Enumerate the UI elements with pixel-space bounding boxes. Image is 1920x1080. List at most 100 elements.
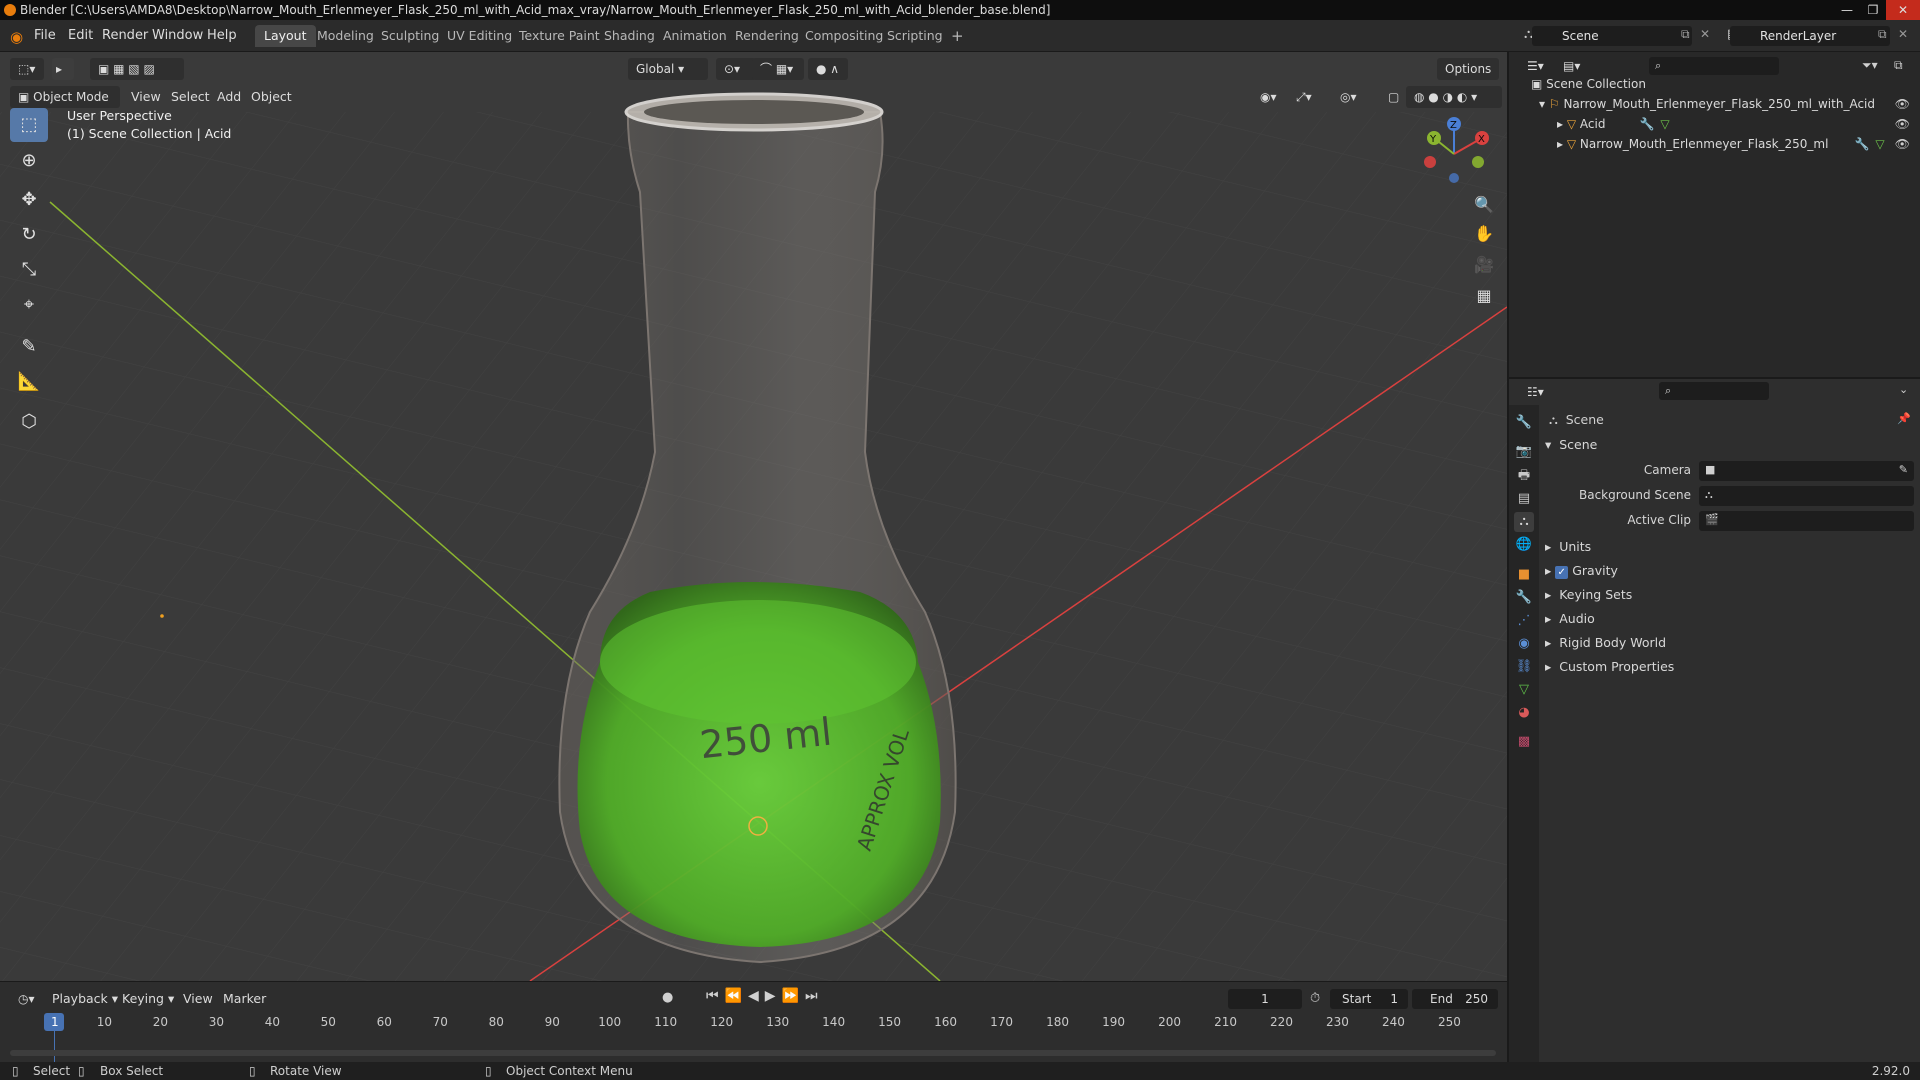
menu-render[interactable]: Render bbox=[102, 28, 148, 43]
xray-toggle-icon[interactable]: ▢ bbox=[1380, 86, 1402, 108]
menu-window[interactable]: Window bbox=[152, 28, 203, 43]
tab-particles-icon[interactable]: ⋰ bbox=[1514, 611, 1534, 631]
outliner-search-input[interactable]: ⌕ bbox=[1649, 57, 1779, 75]
active-clip-field[interactable]: 🎬 bbox=[1699, 511, 1914, 531]
workspace-tab-texture-paint[interactable]: Texture Paint bbox=[510, 25, 609, 47]
menu-file[interactable]: File bbox=[34, 28, 56, 43]
tab-material-icon[interactable]: ◕ bbox=[1514, 703, 1534, 723]
collection-visibility-icon[interactable]: 👁 bbox=[1895, 97, 1910, 111]
properties-search-input[interactable]: ⌕ bbox=[1659, 382, 1769, 400]
outliner-row-acid[interactable]: ▸ ▽ Acid 🔧 ▽ bbox=[1557, 117, 1670, 131]
tab-tool-icon[interactable]: 🔧 bbox=[1514, 413, 1534, 433]
tool-transform[interactable]: ⌖ bbox=[10, 288, 48, 322]
transform-orientation-dropdown[interactable]: Global ▾ bbox=[628, 58, 708, 80]
pivot-point-icon[interactable]: ⊙▾ bbox=[716, 58, 756, 80]
blender-menu-icon[interactable]: ◉ bbox=[10, 28, 23, 46]
tab-constraints-icon[interactable]: ⛓ bbox=[1514, 657, 1534, 677]
tool-rotate[interactable]: ↻ bbox=[10, 218, 48, 252]
minimize-button[interactable]: — bbox=[1834, 0, 1860, 20]
new-collection-icon[interactable]: ⧉ bbox=[1894, 58, 1903, 73]
tab-scene-icon[interactable]: ⛬ bbox=[1514, 512, 1534, 532]
tool-move[interactable]: ✥ bbox=[10, 183, 48, 217]
tool-scale[interactable]: ⤡ bbox=[10, 253, 48, 287]
view-layer-field[interactable]: RenderLayer bbox=[1730, 26, 1890, 46]
tool-cursor[interactable]: ⊕ bbox=[10, 144, 48, 178]
eyedropper-icon[interactable]: ✎ bbox=[1899, 463, 1908, 476]
tool-add-cube[interactable]: ⬡ bbox=[10, 405, 48, 439]
acid-expand-icon[interactable]: ▸ bbox=[1557, 117, 1563, 131]
workspace-tab-uv-editing[interactable]: UV Editing bbox=[438, 25, 521, 47]
workspace-tab-sculpting[interactable]: Sculpting bbox=[372, 25, 448, 47]
outliner-display-mode-icon[interactable]: ▤▾ bbox=[1555, 55, 1587, 77]
new-view-layer-icon[interactable]: ⧉ bbox=[1878, 27, 1887, 42]
maximize-button[interactable]: ❐ bbox=[1860, 0, 1886, 20]
select-tool-icon[interactable]: ▸ bbox=[52, 58, 74, 80]
workspace-tab-scripting[interactable]: Scripting bbox=[878, 25, 952, 47]
timeline-editor-type-icon[interactable]: ◷▾ bbox=[10, 988, 40, 1010]
perspective-toggle-icon[interactable]: ▦ bbox=[1470, 282, 1498, 310]
selection-mode-icons[interactable]: ▣ ▦ ▧ ▨ bbox=[90, 58, 184, 80]
gravity-panel-header[interactable]: ▸ ✓ Gravity bbox=[1545, 563, 1618, 579]
properties-options-icon[interactable]: ⌄ bbox=[1899, 383, 1908, 396]
viewport-menu-object[interactable]: Object bbox=[251, 89, 292, 104]
tab-output-icon[interactable]: 🖶 bbox=[1514, 466, 1534, 486]
units-panel-header[interactable]: ▸ Units bbox=[1545, 539, 1591, 554]
options-dropdown[interactable]: Options ▾ bbox=[1437, 58, 1499, 98]
current-frame-field[interactable]: 1 bbox=[1228, 989, 1302, 1009]
outliner-editor-type-icon[interactable]: ☰▾ bbox=[1519, 55, 1553, 77]
zoom-view-icon[interactable]: 🔍 bbox=[1470, 191, 1498, 219]
timeline-scrollbar[interactable] bbox=[10, 1050, 1496, 1056]
close-window-button[interactable]: ✕ bbox=[1886, 0, 1920, 20]
end-frame-field[interactable]: End 250 bbox=[1412, 989, 1498, 1009]
rigid-body-world-panel-header[interactable]: ▸ Rigid Body World bbox=[1545, 635, 1666, 650]
tab-data-icon[interactable]: ▽ bbox=[1514, 680, 1534, 700]
properties-editor-type-icon[interactable]: ☷▾ bbox=[1519, 381, 1553, 403]
tool-measure[interactable]: 📐 bbox=[10, 365, 48, 399]
tab-render-icon[interactable]: 📷 bbox=[1514, 442, 1534, 462]
visibility-icon[interactable]: ◉▾ bbox=[1252, 86, 1282, 108]
record-keyframe-icon[interactable]: ● bbox=[662, 990, 673, 1005]
workspace-tab-animation[interactable]: Animation bbox=[654, 25, 736, 47]
timeline-menu-marker[interactable]: Marker bbox=[223, 991, 266, 1006]
collection-expand-icon[interactable]: ▾ bbox=[1539, 97, 1545, 111]
pan-view-icon[interactable]: ✋ bbox=[1470, 220, 1498, 248]
navigation-gizmo[interactable]: Z X Y bbox=[1410, 110, 1490, 190]
outliner-row-scene-collection[interactable]: ▣ Scene Collection bbox=[1531, 77, 1646, 91]
outliner-row-collection[interactable]: ▾ ⚐ Narrow_Mouth_Erlenmeyer_Flask_250_ml… bbox=[1539, 97, 1875, 111]
tab-object-icon[interactable]: ■ bbox=[1514, 565, 1534, 585]
menu-edit[interactable]: Edit bbox=[68, 28, 93, 43]
gizmo-toggle-icon[interactable]: ⤢▾ bbox=[1288, 86, 1324, 108]
object-mode-dropdown[interactable]: ▣ Object Mode ▾ bbox=[10, 86, 120, 126]
tab-world-icon[interactable]: 🌐 bbox=[1514, 535, 1534, 555]
gravity-checkbox[interactable]: ✓ bbox=[1555, 566, 1569, 579]
start-frame-field[interactable]: Start 1 bbox=[1330, 989, 1408, 1009]
tab-modifiers-icon[interactable]: 🔧 bbox=[1514, 588, 1534, 608]
acid-visibility-icon[interactable]: 👁 bbox=[1895, 117, 1910, 131]
new-scene-icon[interactable]: ⧉ bbox=[1681, 27, 1690, 42]
tab-physics-icon[interactable]: ◉ bbox=[1514, 634, 1534, 654]
background-scene-field[interactable]: ⛬ bbox=[1699, 486, 1914, 506]
flask-expand-icon[interactable]: ▸ bbox=[1557, 137, 1563, 151]
keying-sets-panel-header[interactable]: ▸ Keying Sets bbox=[1545, 587, 1632, 602]
flask-visibility-icon[interactable]: 👁 bbox=[1895, 137, 1910, 151]
tab-view-layer-icon[interactable]: ▤ bbox=[1514, 489, 1534, 509]
timeline-menu-view[interactable]: View bbox=[183, 991, 213, 1006]
3d-viewport[interactable]: 250 ml APPROX VOL bbox=[0, 52, 1507, 981]
timeline-menu-keying[interactable]: Keying ▾ bbox=[122, 991, 174, 1006]
scene-name-field[interactable]: Scene bbox=[1532, 26, 1692, 46]
outliner-row-flask[interactable]: ▸ ▽ Narrow_Mouth_Erlenmeyer_Flask_250_ml… bbox=[1557, 137, 1885, 151]
menu-help[interactable]: Help bbox=[207, 28, 237, 43]
shading-mode-icons[interactable]: ◍ ● ◑ ◐ ▾ bbox=[1406, 86, 1502, 108]
outliner-filter-icon[interactable]: ⏷▾ bbox=[1862, 58, 1878, 73]
camera-field[interactable]: ■ ✎ bbox=[1699, 461, 1914, 481]
pin-icon[interactable]: 📌 bbox=[1897, 412, 1911, 425]
tab-texture-icon[interactable]: ▩ bbox=[1514, 732, 1534, 752]
use-preview-range-icon[interactable]: ⏱ bbox=[1310, 991, 1320, 1006]
remove-scene-icon[interactable]: ✕ bbox=[1700, 27, 1710, 41]
proportional-edit-icon[interactable]: ● ∧ bbox=[808, 58, 848, 80]
playback-controls-icons[interactable]: ⏮⏪◀▶⏩⏭ bbox=[706, 988, 824, 1004]
scene-panel-header[interactable]: ▾ Scene bbox=[1545, 437, 1597, 452]
tool-select-box[interactable]: ⬚ bbox=[10, 108, 48, 142]
custom-properties-panel-header[interactable]: ▸ Custom Properties bbox=[1545, 659, 1674, 674]
viewport-menu-add[interactable]: Add bbox=[217, 89, 241, 104]
